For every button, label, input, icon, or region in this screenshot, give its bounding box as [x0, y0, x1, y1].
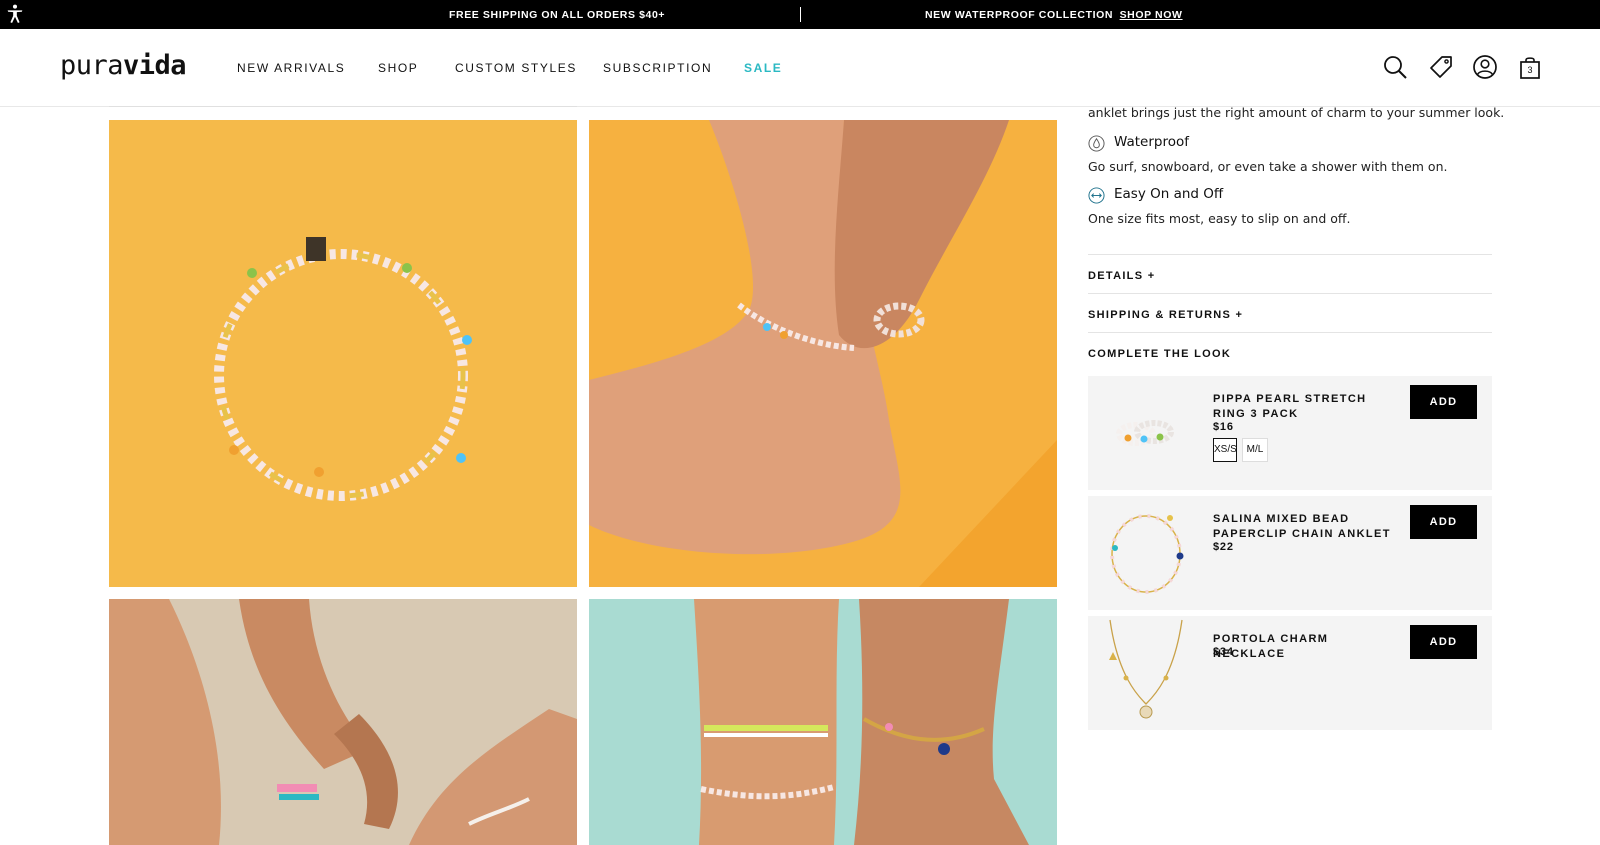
announcement-collection-text: NEW WATERPROOF COLLECTION	[925, 9, 1114, 21]
accordion-divider	[1088, 254, 1492, 255]
announcement-collection: NEW WATERPROOF COLLECTION SHOP NOW	[925, 9, 1183, 21]
shipping-returns-accordion[interactable]: SHIPPING & RETURNS +	[1088, 309, 1243, 321]
logo-part-1: pura	[60, 50, 124, 81]
complete-the-look-title: COMPLETE THE LOOK	[1088, 348, 1232, 360]
shop-now-link[interactable]: SHOP NOW	[1120, 9, 1183, 21]
add-to-cart-button[interactable]: ADD	[1410, 385, 1477, 419]
account-icon[interactable]	[1472, 54, 1498, 80]
feature-waterproof-text: Go surf, snowboard, or even take a showe…	[1088, 159, 1448, 174]
product-thumb-anklet[interactable]	[1088, 496, 1204, 610]
feature-easy-title: Easy On and Off	[1114, 186, 1224, 202]
complete-look-card[interactable]: PIPPA PEARL STRETCH RING 3 PACK $16 XS/S…	[1088, 376, 1492, 490]
nav-new-arrivals[interactable]: NEW ARRIVALS	[237, 61, 345, 75]
search-icon[interactable]	[1382, 54, 1408, 80]
product-thumb-necklace[interactable]	[1088, 616, 1204, 730]
complete-look-card[interactable]: PORTOLA CHARM NECKLACE $34 ADD	[1088, 616, 1492, 730]
add-to-cart-button[interactable]: ADD	[1410, 625, 1477, 659]
complete-look-card[interactable]: SALINA MIXED BEAD PAPERCLIP CHAIN ANKLET…	[1088, 496, 1492, 610]
accordion-divider	[1088, 332, 1492, 333]
announcement-divider	[800, 7, 801, 22]
product-photo-ankle[interactable]	[589, 120, 1057, 587]
lifestyle-photo-ankles[interactable]	[589, 599, 1057, 845]
puravida-logo[interactable]: puravida	[60, 50, 187, 81]
tag-icon[interactable]	[1428, 54, 1454, 80]
accessibility-icon[interactable]	[4, 3, 26, 25]
logo-part-2: vida	[123, 50, 187, 81]
cart-count: 3	[1527, 65, 1533, 75]
complete-look-item-name[interactable]: SALINA MIXED BEAD PAPERCLIP CHAIN ANKLET	[1213, 512, 1403, 542]
feature-easy-text: One size fits most, easy to slip on and …	[1088, 211, 1351, 226]
complete-look-item-price: $16	[1213, 421, 1234, 433]
cart-button[interactable]: 3	[1517, 54, 1543, 80]
add-to-cart-button[interactable]: ADD	[1410, 505, 1477, 539]
complete-look-item-price: $34	[1213, 646, 1234, 658]
complete-look-item-name[interactable]: PORTOLA CHARM NECKLACE	[1213, 632, 1403, 662]
details-accordion[interactable]: DETAILS +	[1088, 270, 1155, 282]
gallery-divider	[109, 106, 577, 107]
product-thumb-ring[interactable]	[1088, 376, 1204, 490]
announcement-bar: FREE SHIPPING ON ALL ORDERS $40+ NEW WAT…	[0, 0, 1600, 29]
nav-subscription[interactable]: SUBSCRIPTION	[603, 61, 712, 75]
product-photo-flatlay[interactable]	[109, 120, 577, 587]
waterproof-icon	[1088, 135, 1105, 152]
announcement-shipping: FREE SHIPPING ON ALL ORDERS $40+	[449, 9, 666, 21]
adjustable-icon	[1088, 187, 1105, 204]
nav-sale[interactable]: SALE	[744, 61, 782, 75]
complete-look-item-name[interactable]: PIPPA PEARL STRETCH RING 3 PACK	[1213, 392, 1403, 422]
nav-shop[interactable]: SHOP	[378, 61, 418, 75]
product-description: anklet brings just the right amount of c…	[1088, 105, 1505, 120]
complete-look-item-price: $22	[1213, 541, 1234, 553]
lifestyle-photo-beach[interactable]	[109, 599, 577, 845]
size-option-m-l[interactable]: M/L	[1242, 438, 1268, 462]
site-header: puravida NEW ARRIVALS SHOP CUSTOM STYLES…	[0, 29, 1600, 107]
feature-waterproof-title: Waterproof	[1114, 134, 1190, 150]
nav-custom-styles[interactable]: CUSTOM STYLES	[455, 61, 577, 75]
size-option-xs-s[interactable]: XS/S	[1213, 438, 1237, 462]
accordion-divider	[1088, 293, 1492, 294]
